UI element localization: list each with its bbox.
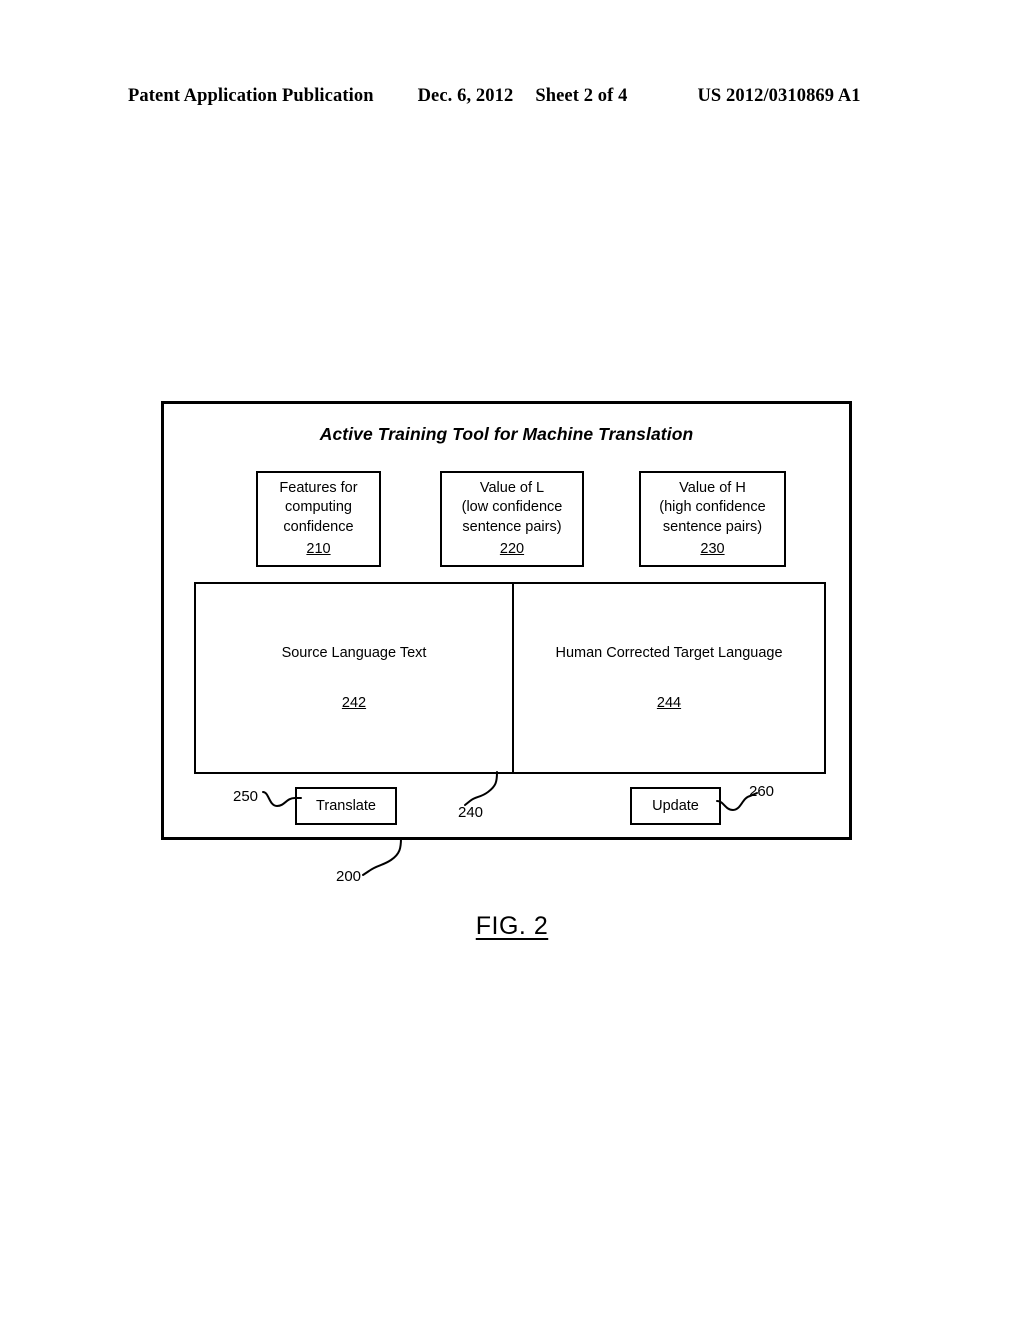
param-box-line-1: Value of L <box>479 479 545 496</box>
publication-header: Patent Application Publication Dec. 6, 2… <box>128 86 896 112</box>
source-language-text-label: Source Language Text <box>281 645 427 661</box>
parameter-box-row: Features for computing confidence 210 Va… <box>164 471 849 567</box>
features-for-computing-confidence-box: Features for computing confidence 210 <box>256 471 381 567</box>
figure-caption-text: FIG. 2 <box>475 912 549 940</box>
source-language-text-panel[interactable]: Source Language Text 242 <box>196 584 514 772</box>
reference-numeral-220: 220 <box>499 540 525 557</box>
value-of-h-box: Value of H (high confidence sentence pai… <box>639 471 786 567</box>
sheet-number: Sheet 2 of 4 <box>535 86 628 106</box>
patent-number: US 2012/0310869 A1 <box>697 86 861 106</box>
human-corrected-target-language-panel[interactable]: Human Corrected Target Language 244 <box>514 584 824 772</box>
reference-numeral-242: 242 <box>341 695 367 711</box>
reference-numeral-200: 200 <box>336 868 362 885</box>
active-training-tool-window: Active Training Tool for Machine Transla… <box>161 401 852 840</box>
publication-type: Patent Application Publication <box>128 86 374 106</box>
update-button[interactable]: Update <box>630 787 721 825</box>
param-box-line-2: (low confidence <box>461 499 563 516</box>
param-box-line-1: Features for <box>279 479 358 496</box>
param-box-line-2: (high confidence <box>659 499 766 516</box>
translate-button[interactable]: Translate <box>295 787 397 825</box>
reference-numeral-250: 250 <box>233 788 259 805</box>
reference-numeral-240: 240 <box>458 804 484 821</box>
param-box-line-3: sentence pairs) <box>662 518 763 535</box>
translate-button-label: Translate <box>316 798 376 814</box>
reference-numeral-230: 230 <box>700 540 725 557</box>
param-box-line-1: Value of H <box>679 479 746 496</box>
publication-date: Dec. 6, 2012 <box>417 86 514 106</box>
figure-caption: FIG. 2 <box>0 912 1024 941</box>
text-panel-container: Source Language Text 242 Human Corrected… <box>194 582 826 774</box>
leader-line-240 <box>464 771 498 806</box>
reference-numeral-260: 260 <box>749 783 775 800</box>
leader-line-200 <box>362 837 402 876</box>
tool-title: Active Training Tool for Machine Transla… <box>319 424 694 444</box>
reference-numeral-244: 244 <box>656 695 682 711</box>
update-button-label: Update <box>652 798 699 814</box>
reference-numeral-210: 210 <box>306 540 331 557</box>
param-box-line-3: sentence pairs) <box>462 518 562 535</box>
param-box-line-2: computing <box>285 499 352 516</box>
value-of-l-box: Value of L (low confidence sentence pair… <box>440 471 584 567</box>
param-box-line-3: confidence <box>283 518 354 535</box>
human-corrected-target-language-label: Human Corrected Target Language <box>555 645 783 661</box>
